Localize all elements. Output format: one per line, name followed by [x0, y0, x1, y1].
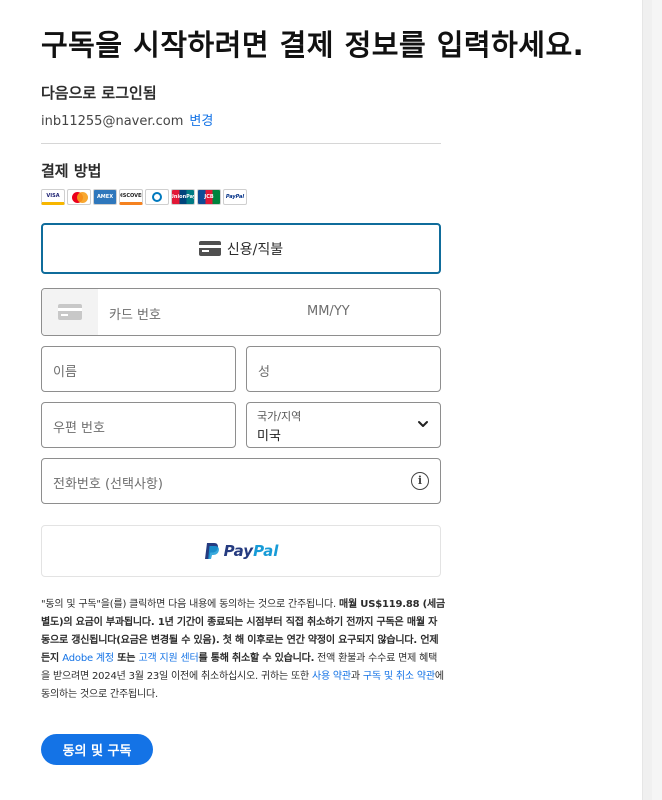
paypal-wordmark: PayPal: [224, 542, 279, 560]
credit-debit-method-button[interactable]: 신용/직불: [41, 223, 441, 274]
method-label: 신용/직불: [226, 241, 284, 258]
country-value: 미국: [257, 429, 281, 444]
checkout-page: 구독을 시작하려면 결제 정보를 입력하세요. 다음으로 로그인됨 inb112…: [0, 0, 652, 800]
first-name-placeholder: 이름: [53, 365, 77, 380]
jcb-logo: JCB: [197, 189, 221, 205]
info-icon[interactable]: i: [411, 472, 429, 490]
legal-bold-text: 또는: [113, 653, 139, 664]
last-name-field[interactable]: 성: [246, 346, 441, 392]
amex-logo: AMEX: [93, 189, 117, 205]
paypal-icon: [204, 543, 219, 559]
scrollbar[interactable]: [642, 0, 652, 800]
credit-card-icon: [198, 241, 221, 256]
legal-bold-text: 를 통해 취소할 수 있습니다.: [198, 653, 315, 664]
first-name-field[interactable]: 이름: [41, 346, 236, 392]
divider: [41, 143, 441, 144]
payment-method-heading: 결제 방법: [41, 162, 102, 180]
postal-code-field[interactable]: 우편 번호: [41, 402, 236, 448]
paypal-button[interactable]: PayPal: [41, 525, 441, 577]
last-name-placeholder: 성: [258, 365, 270, 380]
adobe-account-link[interactable]: Adobe 계정: [62, 653, 114, 664]
account-email: inb11255@naver.com: [41, 114, 184, 129]
paypal-wordmark-pal: Pal: [253, 542, 279, 560]
phone-field[interactable]: 전화번호 (선택사항) i: [41, 458, 441, 504]
discover-logo: DISCOVER: [119, 189, 143, 205]
phone-placeholder: 전화번호 (선택사항): [53, 477, 163, 492]
diners-club-logo: [145, 189, 169, 205]
terms-of-use-link[interactable]: 사용 약관: [312, 671, 351, 682]
expiry-date-input[interactable]: MM/YY: [307, 304, 350, 319]
legal-text: "동의 및 구독"을(를) 클릭하면 다음 내용에 동의하는 것으로 간주됩니다…: [41, 599, 339, 610]
signed-in-label: 다음으로 로그인됨: [41, 84, 157, 102]
card-number-field[interactable]: 카드 번호 MM/YY: [41, 288, 441, 336]
subscription-terms-link[interactable]: 구독 및 취소 약관: [363, 671, 435, 682]
change-account-link[interactable]: 변경: [189, 114, 213, 129]
legal-text: 과: [350, 671, 363, 682]
customer-support-link[interactable]: 고객 지원 센터: [139, 653, 199, 664]
unionpay-logo: UnionPay: [171, 189, 195, 205]
visa-logo: VISA: [41, 189, 65, 205]
credit-card-icon: [58, 304, 82, 320]
chevron-down-icon: [418, 421, 428, 427]
card-number-input[interactable]: 카드 번호: [109, 304, 161, 323]
card-icon-area: [42, 289, 98, 335]
country-label: 국가/지역: [257, 410, 302, 423]
paypal-wordmark-pay: Pay: [223, 542, 254, 560]
mastercard-logo: [67, 189, 91, 205]
page-title: 구독을 시작하려면 결제 정보를 입력하세요.: [41, 28, 585, 62]
country-select[interactable]: 국가/지역 미국: [246, 402, 441, 448]
accepted-cards: VISA AMEX DISCOVER UnionPay JCB PayPal: [41, 189, 247, 205]
postal-code-placeholder: 우편 번호: [53, 421, 105, 436]
paypal-logo: PayPal: [223, 189, 247, 205]
legal-terms: "동의 및 구독"을(를) 클릭하면 다음 내용에 동의하는 것으로 간주됩니다…: [41, 596, 446, 704]
agree-subscribe-button[interactable]: 동의 및 구독: [41, 734, 153, 765]
account-row: inb11255@naver.com 변경: [41, 110, 213, 129]
